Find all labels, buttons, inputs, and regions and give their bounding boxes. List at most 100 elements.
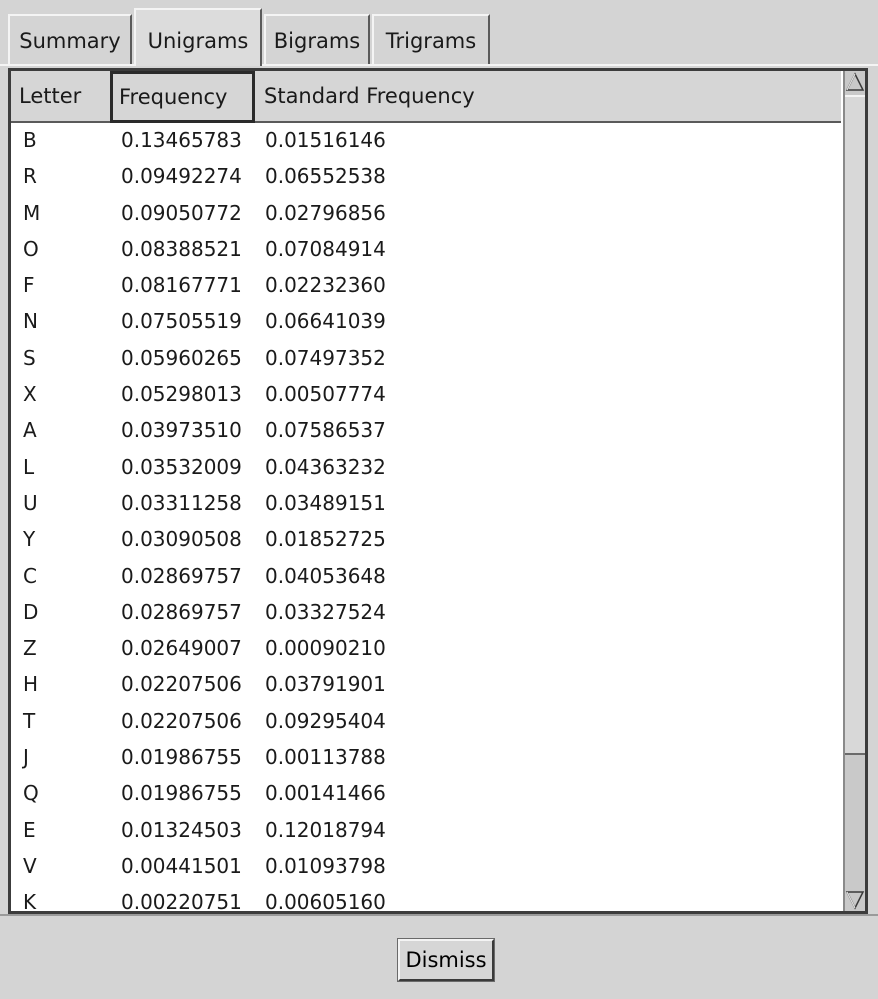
standard-frequency-cell: 0.00507774 [265,382,386,407]
standard-frequency-cell: 0.00141466 [265,781,386,806]
column-header-standard-frequency[interactable]: Standard Frequency [256,71,841,121]
frequency-cell: 0.03311258 [121,490,242,515]
letter-cell: V [23,853,37,878]
table-row[interactable]: M 0.09050772 0.02796856 [11,196,843,232]
standard-frequency-cell: 0.07497352 [265,345,386,370]
table-row[interactable]: V 0.00441501 0.01093798 [11,849,843,885]
tab-unigrams[interactable]: Unigrams [134,8,262,66]
frequency-cell: 0.02869757 [121,563,242,588]
table-row[interactable]: H 0.02207506 0.03791901 [11,667,843,703]
standard-frequency-cell: 0.01516146 [265,128,386,152]
letter-cell: Z [23,636,37,661]
letter-cell: M [23,200,41,225]
standard-frequency-cell: 0.02796856 [265,200,386,225]
standard-frequency-cell: 0.01852725 [265,527,386,552]
frequency-cell: 0.09050772 [121,200,242,225]
frequency-cell: 0.02207506 [121,672,242,697]
standard-frequency-cell: 0.06641039 [265,309,386,334]
letter-cell: L [23,454,35,479]
frequency-cell: 0.05960265 [121,345,242,370]
frequency-cell: 0.02869757 [121,599,242,624]
letter-cell: J [23,745,29,770]
column-header-frequency[interactable]: Frequency [110,71,255,123]
frequency-cell: 0.07505519 [121,309,242,334]
table-row[interactable]: R 0.09492274 0.06552538 [11,159,843,195]
table-row[interactable]: T 0.02207506 0.09295404 [11,704,843,740]
tab-bigrams[interactable]: Bigrams [264,14,370,64]
frequency-cell: 0.09492274 [121,164,242,189]
arrow-up-icon[interactable] [845,71,865,93]
table-row[interactable]: Y 0.03090508 0.01852725 [11,522,843,558]
arrow-down-icon[interactable] [845,889,865,911]
table-row[interactable]: J 0.01986755 0.00113788 [11,740,843,776]
letter-cell: Y [23,527,36,552]
button-bar: Dismiss [0,914,878,999]
letter-cell: R [23,164,37,189]
standard-frequency-cell: 0.03327524 [265,599,386,624]
table-header: Letter Frequency Standard Frequency [11,71,841,123]
frequency-cell: 0.01324503 [121,817,242,842]
table-row[interactable]: F 0.08167771 0.02232360 [11,268,843,304]
letter-cell: F [23,273,35,298]
frequency-cell: 0.03090508 [121,527,242,552]
table-row[interactable]: K 0.00220751 0.00605160 [11,885,843,911]
standard-frequency-cell: 0.03791901 [265,672,386,697]
letter-cell: N [23,309,38,334]
standard-frequency-cell: 0.03489151 [265,490,386,515]
standard-frequency-cell: 0.01093798 [265,853,386,878]
standard-frequency-cell: 0.07586537 [265,418,386,443]
frequency-cell: 0.02649007 [121,636,242,661]
table-row[interactable]: D 0.02869757 0.03327524 [11,595,843,631]
standard-frequency-cell: 0.07084914 [265,236,386,261]
standard-frequency-cell: 0.06552538 [265,164,386,189]
table-row[interactable]: E 0.01324503 0.12018794 [11,813,843,849]
table-row[interactable]: A 0.03973510 0.07586537 [11,413,843,449]
table-row[interactable]: X 0.05298013 0.00507774 [11,377,843,413]
standard-frequency-cell: 0.04053648 [265,563,386,588]
frequency-cell: 0.00441501 [121,853,242,878]
frequency-cell: 0.05298013 [121,382,242,407]
scrollbar-thumb[interactable] [845,95,865,755]
table-row[interactable]: Q 0.01986755 0.00141466 [11,776,843,812]
letter-cell: D [23,599,39,624]
letter-cell: O [23,236,39,261]
frequency-cell: 0.00220751 [121,890,242,911]
table-body: B 0.13465783 0.01516146 R 0.09492274 0.065525… [11,123,843,911]
table-row[interactable]: S 0.05960265 0.07497352 [11,341,843,377]
standard-frequency-cell: 0.09295404 [265,708,386,733]
standard-frequency-cell: 0.04363232 [265,454,386,479]
letter-cell: C [23,563,37,588]
table-row[interactable]: N 0.07505519 0.06641039 [11,304,843,340]
letter-cell: S [23,345,36,370]
table-row[interactable]: O 0.08388521 0.07084914 [11,232,843,268]
standard-frequency-cell: 0.00605160 [265,890,386,911]
frequency-table: Letter Frequency Standard Frequency B 0.1… [11,71,843,911]
frequency-cell: 0.01986755 [121,781,242,806]
table-row[interactable]: C 0.02869757 0.04053648 [11,559,843,595]
table-row[interactable]: U 0.03311258 0.03489151 [11,486,843,522]
standard-frequency-cell: 0.12018794 [265,817,386,842]
tab-trigrams[interactable]: Trigrams [372,14,490,64]
table-row[interactable]: B 0.13465783 0.01516146 [11,123,843,159]
standard-frequency-cell: 0.00090210 [265,636,386,661]
standard-frequency-cell: 0.00113788 [265,745,386,770]
standard-frequency-cell: 0.02232360 [265,273,386,298]
frequency-cell: 0.13465783 [121,128,242,152]
tab-summary[interactable]: Summary [8,14,132,64]
letter-cell: E [23,817,36,842]
frequency-cell: 0.03973510 [121,418,242,443]
frequency-cell: 0.02207506 [121,708,242,733]
letter-cell: K [23,890,37,911]
vertical-scrollbar[interactable] [843,71,865,911]
table-row[interactable]: Z 0.02649007 0.00090210 [11,631,843,667]
letter-cell: B [23,128,37,152]
frequency-cell: 0.01986755 [121,745,242,770]
letter-cell: X [23,382,37,407]
dismiss-button[interactable]: Dismiss [397,938,495,982]
frequency-cell: 0.03532009 [121,454,242,479]
letter-cell: H [23,672,39,697]
column-header-letter[interactable]: Letter [11,71,111,121]
letter-cell: T [23,708,36,733]
frequency-cell: 0.08388521 [121,236,242,261]
table-row[interactable]: L 0.03532009 0.04363232 [11,450,843,486]
